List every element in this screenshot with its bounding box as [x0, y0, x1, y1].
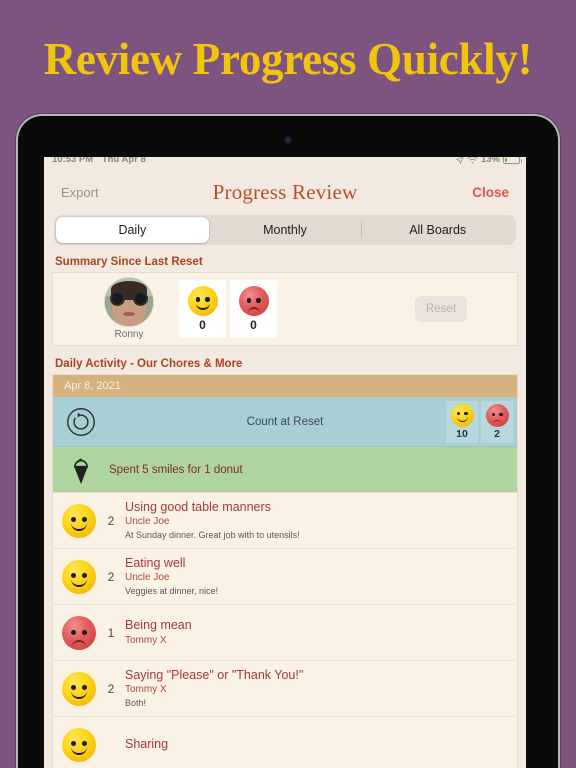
summary-frown-counter[interactable]: 0	[230, 280, 277, 338]
nav-bar: Export Progress Review Close	[44, 170, 526, 214]
activity-item-row[interactable]: 2 Eating well Uncle Joe Veggies at dinne…	[53, 549, 517, 605]
promo-banner: Review Progress Quickly!	[0, 0, 576, 118]
front-camera-icon	[285, 137, 291, 143]
person-summary[interactable]: Ronny	[83, 278, 175, 340]
activity-item-note: Both!	[125, 697, 147, 708]
activity-list: Apr 8, 2021 Count at Reset 10 2 Spent 5 …	[52, 374, 518, 768]
wifi-icon	[467, 157, 478, 164]
reset-smile-counter[interactable]: 10	[446, 400, 478, 443]
avatar	[105, 278, 153, 326]
frowny-face-icon	[238, 286, 269, 316]
smiley-face-icon	[53, 503, 99, 538]
activity-item-text: Eating well Uncle Joe Veggies at dinner,…	[123, 556, 218, 597]
tab-monthly[interactable]: Monthly	[209, 217, 362, 243]
status-bar-right: 13%	[455, 157, 522, 165]
activity-section-heading: Daily Activity - Our Chores & More	[44, 356, 526, 374]
activity-item-note: At Sunday dinner. Great job with to uten…	[125, 529, 300, 540]
activity-item-count: 2	[107, 513, 115, 528]
tab-daily-label: Daily	[118, 223, 147, 237]
activity-item-author: Uncle Joe	[125, 572, 170, 584]
promo-headline: Review Progress Quickly!	[43, 34, 533, 84]
battery-icon	[503, 157, 522, 164]
activity-item-author: Tommy X	[125, 684, 167, 696]
reset-frown-count: 2	[494, 427, 500, 440]
activity-item-row[interactable]: 1 Being mean Tommy X	[53, 605, 517, 661]
activity-item-title: Eating well	[125, 555, 186, 570]
activity-item-text: Being mean Tommy X	[123, 618, 192, 647]
goggles-icon	[110, 290, 148, 306]
summary-section-heading: Summary Since Last Reset	[44, 254, 526, 272]
tab-bar-container: Daily Monthly All Boards	[44, 214, 526, 254]
status-bar-time: 10:53 PM	[52, 157, 94, 165]
tab-all-boards[interactable]: All Boards	[361, 217, 514, 243]
segmented-control: Daily Monthly All Boards	[54, 215, 516, 245]
summary-section: Ronny 0 0 Reset	[44, 272, 526, 356]
activity-item-row[interactable]: 2 Using good table manners Uncle Joe At …	[53, 493, 517, 549]
smiley-face-icon	[187, 286, 218, 316]
summary-frown-count: 0	[250, 318, 257, 332]
tab-daily[interactable]: Daily	[56, 217, 209, 243]
tab-all-boards-label: All Boards	[409, 223, 467, 237]
summary-smile-counter[interactable]: 0	[179, 280, 226, 338]
frowny-face-icon	[485, 403, 509, 427]
activity-item-title: Saying "Please" or "Thank You!"	[125, 667, 304, 682]
activity-item-text: Using good table manners Uncle Joe At Su…	[123, 500, 300, 541]
smiley-face-icon	[53, 727, 99, 762]
tablet-device-frame: 10:53 PM Thu Apr 8 13% Export Progress R…	[16, 114, 560, 768]
summary-smile-count: 0	[199, 318, 206, 332]
treat-text: Spent 5 smiles for 1 donut	[109, 463, 243, 476]
count-at-reset-counters: 10 2	[446, 400, 513, 443]
reset-button[interactable]: Reset	[415, 296, 467, 322]
activity-item-title: Sharing	[125, 736, 169, 751]
battery-percent-label: 13%	[480, 157, 500, 165]
location-arrow-icon	[455, 157, 464, 164]
status-bar-left: 10:53 PM Thu Apr 8	[52, 157, 146, 165]
summary-card: Ronny 0 0 Reset	[52, 272, 518, 346]
smiley-face-icon	[450, 403, 474, 427]
export-button[interactable]: Export	[61, 185, 99, 200]
activity-item-row[interactable]: 2 Saying "Please" or "Thank You!" Tommy …	[53, 661, 517, 717]
activity-item-text: Sharing	[123, 737, 168, 753]
activity-item-title: Using good table manners	[125, 499, 271, 514]
activity-item-count: 1	[107, 625, 115, 640]
activity-item-row[interactable]: Sharing	[53, 717, 517, 768]
status-bar: 10:53 PM Thu Apr 8 13%	[44, 157, 526, 170]
app-screen: 10:53 PM Thu Apr 8 13% Export Progress R…	[44, 157, 526, 768]
activity-section: Apr 8, 2021 Count at Reset 10 2 Spent 5 …	[44, 374, 526, 768]
activity-item-title: Being mean	[125, 617, 192, 632]
reset-frown-counter[interactable]: 2	[481, 400, 513, 443]
activity-item-count: 2	[107, 681, 115, 696]
tab-monthly-label: Monthly	[263, 223, 307, 237]
frowny-face-icon	[53, 615, 99, 650]
activity-item-author: Tommy X	[125, 634, 167, 646]
ice-cream-cone-icon	[53, 454, 109, 486]
page-title: Progress Review	[212, 179, 358, 204]
count-at-reset-row[interactable]: Count at Reset 10 2	[53, 397, 517, 447]
activity-item-count: 2	[107, 569, 115, 584]
activity-item-note: Veggies at dinner, nice!	[125, 585, 219, 596]
treat-row[interactable]: Spent 5 smiles for 1 donut	[53, 447, 517, 493]
activity-item-author: Uncle Joe	[125, 516, 170, 528]
smiley-face-icon	[53, 559, 99, 594]
smiley-face-icon	[53, 671, 99, 706]
reset-smile-count: 10	[456, 427, 468, 440]
activity-date-bar: Apr 8, 2021	[53, 375, 517, 397]
status-bar-date: Thu Apr 8	[101, 157, 146, 165]
person-name: Ronny	[114, 329, 144, 340]
close-button[interactable]: Close	[472, 185, 509, 200]
activity-item-text: Saying "Please" or "Thank You!" Tommy X …	[123, 668, 303, 709]
